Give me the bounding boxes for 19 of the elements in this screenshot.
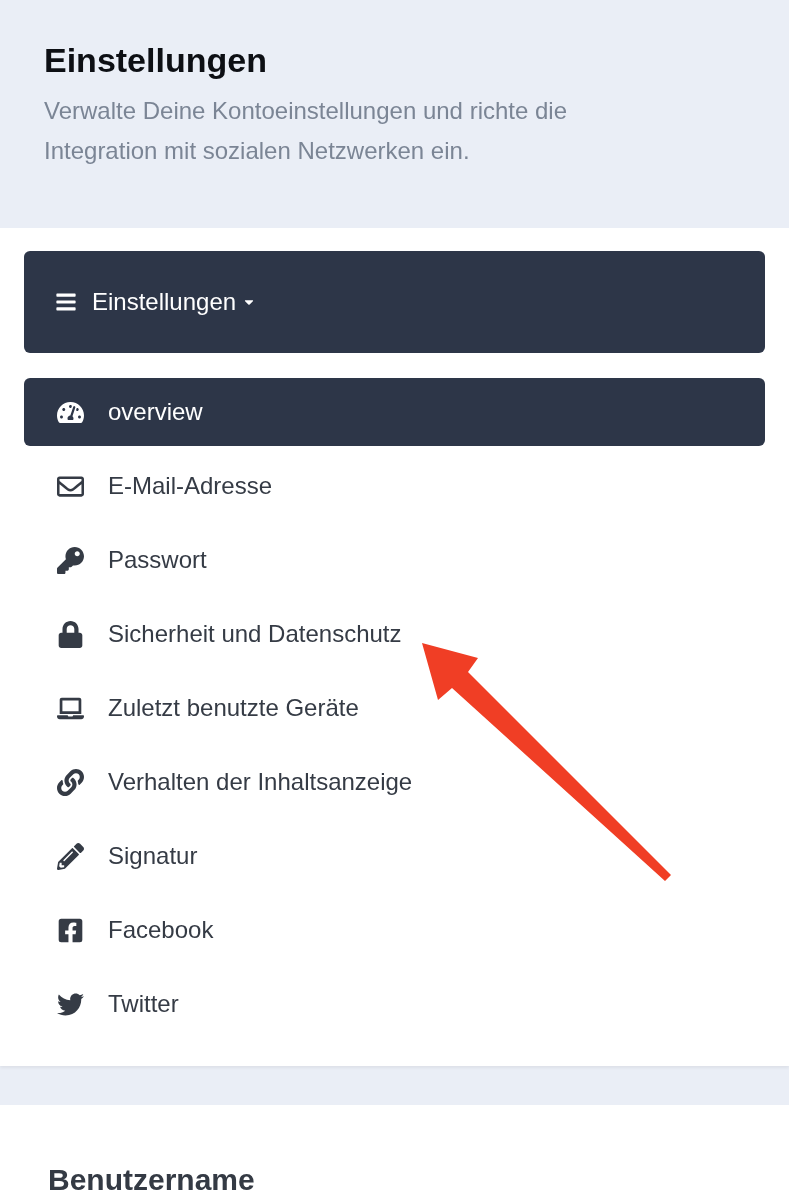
menu-item[interactable]: Twitter bbox=[24, 970, 765, 1038]
menu-item[interactable]: Passwort bbox=[24, 526, 765, 594]
page-title: Einstellungen bbox=[44, 40, 268, 81]
menu-item[interactable]: Zuletzt benutzte Geräte bbox=[24, 674, 765, 742]
menu-item[interactable]: Signatur bbox=[24, 822, 765, 890]
key-icon bbox=[57, 546, 84, 574]
menu-item[interactable]: Sicherheit und Datenschutz bbox=[24, 600, 765, 668]
pencil-icon bbox=[57, 842, 84, 870]
section-title: Benutzername bbox=[48, 1162, 256, 1198]
menu-item[interactable]: overview bbox=[24, 378, 765, 446]
lock-icon bbox=[57, 620, 84, 648]
menu-item[interactable]: Facebook bbox=[24, 896, 765, 964]
page-subtitle: Verwalte Deine Kontoeinstellungen und richte die Integration mit sozialen Netzwerken ein. bbox=[44, 96, 569, 166]
menu-item[interactable]: Verhalten der Inhaltsanzeige bbox=[24, 748, 765, 816]
facebook-icon bbox=[57, 916, 84, 944]
menu-item[interactable]: E-Mail-Adresse bbox=[24, 452, 765, 520]
link-icon bbox=[57, 768, 84, 796]
settings-dropdown-button[interactable]: Einstellungen bbox=[24, 251, 765, 353]
menu-icon bbox=[55, 291, 77, 313]
